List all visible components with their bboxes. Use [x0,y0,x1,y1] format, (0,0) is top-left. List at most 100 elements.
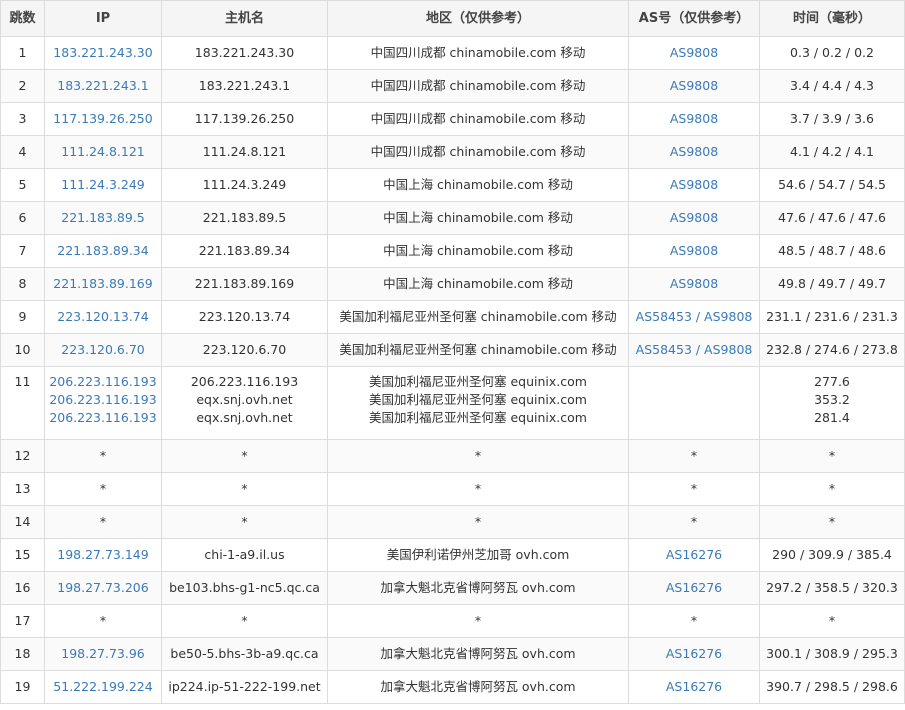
ip-link[interactable]: 223.120.13.74 [45,308,161,326]
time-cell: 390.7 / 298.5 / 298.6 [759,670,905,704]
asn-link[interactable]: AS9808 [629,77,759,95]
ip-link[interactable]: 111.24.3.249 [45,176,161,194]
ip-link[interactable]: 183.221.243.30 [45,44,161,62]
asn-cell: AS58453 / AS9808 [628,333,760,367]
time-text: 390.7 / 298.5 / 298.6 [766,679,898,694]
table-row: 16 198.27.73.206 be103.bhs-g1-nc5.qc.ca 加拿大… [0,571,905,605]
asn-cell: AS9808 [628,69,760,103]
asn-link[interactable]: AS58453 / AS9808 [629,341,759,359]
time-cell: 300.1 / 308.9 / 295.3 [759,637,905,671]
hostname-cell: * [161,604,328,638]
time-cell: 54.6 / 54.7 / 54.5 [759,168,905,202]
hop-cell: 2 [0,69,45,103]
ip-link[interactable]: 51.222.199.224 [45,678,161,696]
ip-link[interactable]: 198.27.73.96 [45,645,161,663]
asn-cell: AS16276 [628,670,760,704]
asn-link[interactable]: AS9808 [629,275,759,293]
hop-cell: 9 [0,300,45,334]
ip-link[interactable]: 206.223.116.193 [45,391,161,409]
hostname-cell: be50-5.bhs-3b-a9.qc.ca [161,637,328,671]
ip-link[interactable]: 221.183.89.169 [45,275,161,293]
ip-cell: 221.183.89.5 [44,201,162,235]
hop-cell: 13 [0,472,45,506]
ip-cell: * [44,505,162,539]
asn-text: * [690,481,698,496]
asn-cell: AS9808 [628,135,760,169]
asn-cell: AS9808 [628,102,760,136]
ip-cell: 223.120.6.70 [44,333,162,367]
asn-cell: AS9808 [628,201,760,235]
time-text: 281.4 [814,410,850,425]
ip-cell: 111.24.3.249 [44,168,162,202]
location-text: 中国上海 chinamobile.com 移动 [383,210,573,225]
ip-cell: 221.183.89.34 [44,234,162,268]
location-cell: * [327,472,629,506]
time-cell: 0.3 / 0.2 / 0.2 [759,36,905,70]
hop-cell: 19 [0,670,45,704]
ip-cell: 183.221.243.1 [44,69,162,103]
hostname-cell: * [161,439,328,473]
table-row: 13 * * * * * [0,472,905,506]
ip-link[interactable]: 198.27.73.149 [45,546,161,564]
asn-link[interactable]: AS16276 [629,678,759,696]
table-row: 3 117.139.26.250 117.139.26.250 中国四川成都 chin… [0,102,905,136]
table-row: 10 223.120.6.70 223.120.6.70 美国加利福尼亚州圣何塞 ch… [0,333,905,367]
asn-link[interactable]: AS9808 [629,209,759,227]
hostname-cell: 206.223.116.193 eqx.snj.ovh.net eqx.snj.ov… [161,366,328,440]
ip-link[interactable]: 223.120.6.70 [45,341,161,359]
location-text: 美国加利福尼亚州圣何塞 chinamobile.com 移动 [339,309,617,324]
location-cell: 美国加利福尼亚州圣何塞 chinamobile.com 移动 [327,300,629,334]
asn-text: * [690,448,698,463]
ip-cell: * [44,472,162,506]
asn-link[interactable]: AS9808 [629,44,759,62]
header-ip: IP [44,0,162,37]
ip-cell: 117.139.26.250 [44,102,162,136]
time-cell: 297.2 / 358.5 / 320.3 [759,571,905,605]
header-time: 时间（毫秒） [759,0,905,37]
ip-link[interactable]: 111.24.8.121 [45,143,161,161]
ip-link[interactable]: 117.139.26.250 [45,110,161,128]
asn-link[interactable]: AS9808 [629,110,759,128]
location-text: 中国上海 chinamobile.com 移动 [383,177,573,192]
header-row: 跳数 IP 主机名 地区（仅供参考） AS号（仅供参考） 时间（毫秒） [0,0,905,37]
location-text: 美国加利福尼亚州圣何塞 chinamobile.com 移动 [339,342,617,357]
ip-text: * [99,514,107,529]
time-text: 290 / 309.9 / 385.4 [772,547,892,562]
ip-link[interactable]: 221.183.89.34 [45,242,161,260]
ip-link[interactable]: 183.221.243.1 [45,77,161,95]
location-text: 中国四川成都 chinamobile.com 移动 [370,144,586,159]
ip-link[interactable]: 221.183.89.5 [45,209,161,227]
ip-link[interactable]: 206.223.116.193 [45,373,161,391]
location-cell: 中国四川成都 chinamobile.com 移动 [327,102,629,136]
ip-cell: 198.27.73.96 [44,637,162,671]
time-text: 277.6 [814,374,850,389]
table-row: 4 111.24.8.121 111.24.8.121 中国四川成都 chinamob… [0,135,905,169]
asn-cell [628,366,760,440]
time-text: 3.7 / 3.9 / 3.6 [790,111,874,126]
hop-cell: 18 [0,637,45,671]
hop-cell: 3 [0,102,45,136]
ip-link[interactable]: 198.27.73.206 [45,579,161,597]
asn-text: * [690,514,698,529]
ip-cell: 223.120.13.74 [44,300,162,334]
asn-link[interactable]: AS16276 [629,546,759,564]
hostname-cell: be103.bhs-g1-nc5.qc.ca [161,571,328,605]
table-row: 7 221.183.89.34 221.183.89.34 中国上海 chinamob… [0,234,905,268]
hostname-text: eqx.snj.ovh.net [196,392,293,407]
asn-link[interactable]: AS16276 [629,579,759,597]
asn-link[interactable]: AS9808 [629,143,759,161]
asn-link[interactable]: AS16276 [629,645,759,663]
hop-cell: 16 [0,571,45,605]
location-cell: 加拿大魁北克省博阿努瓦 ovh.com [327,637,629,671]
time-text: 300.1 / 308.9 / 295.3 [766,646,898,661]
asn-link[interactable]: AS58453 / AS9808 [629,308,759,326]
ip-text: * [99,481,107,496]
hostname-cell: 183.221.243.30 [161,36,328,70]
hostname-cell: 221.183.89.169 [161,267,328,301]
hop-cell: 8 [0,267,45,301]
ip-link[interactable]: 206.223.116.193 [45,409,161,427]
asn-link[interactable]: AS9808 [629,176,759,194]
hostname-cell: 223.120.13.74 [161,300,328,334]
time-text: 231.1 / 231.6 / 231.3 [766,309,898,324]
asn-link[interactable]: AS9808 [629,242,759,260]
